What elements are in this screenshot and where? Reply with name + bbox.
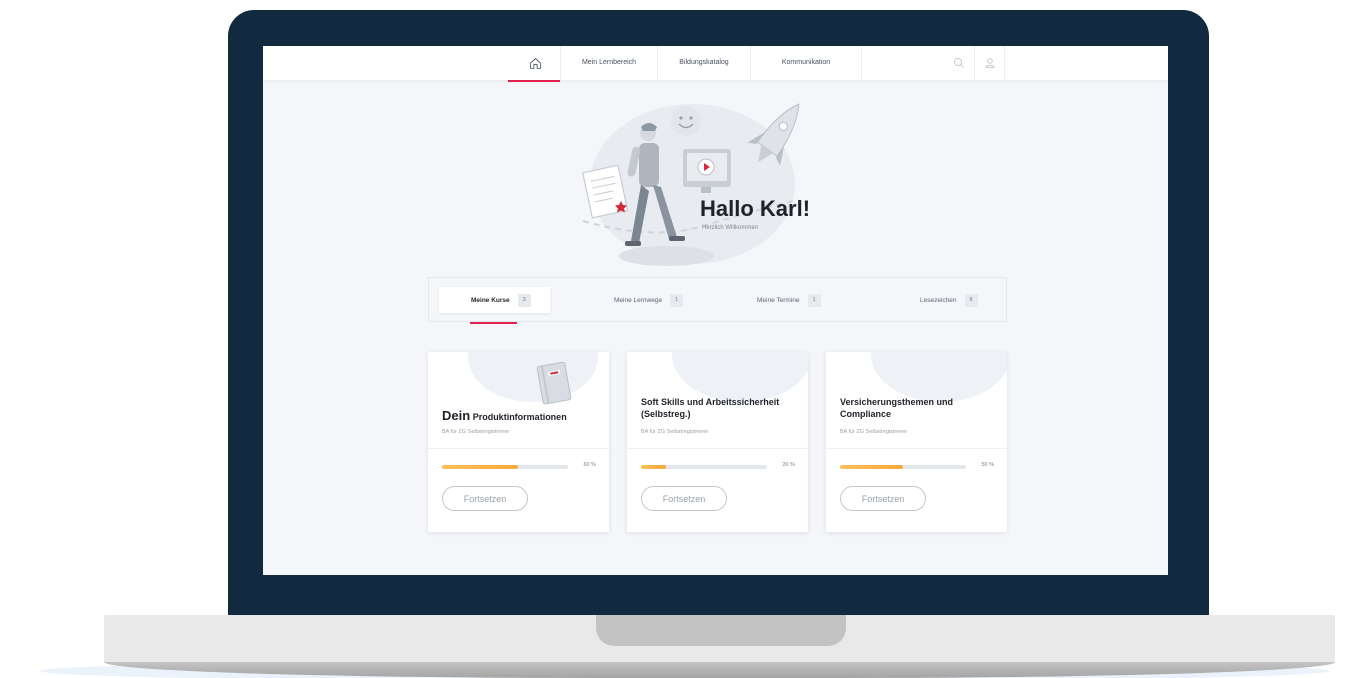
nav-item-mein-lernbereich[interactable]: Mein Lernbereich [561, 46, 657, 80]
course-title-lead: Dein [442, 408, 471, 423]
user-button[interactable] [981, 54, 999, 72]
tab-label: Meine Kurse [471, 296, 510, 304]
progress-fill [442, 465, 518, 469]
continue-button[interactable]: Fortsetzen [641, 486, 727, 511]
course-title: Soft Skills und Arbeitssicherheit (Selbs… [641, 396, 801, 420]
course-title: Versicherungsthemen und Compliance [840, 396, 1000, 420]
book-icon [536, 361, 572, 405]
greeting-title: Hallo Karl! [700, 196, 811, 221]
tab-meine-termine[interactable]: Meine Termine 1 [757, 287, 821, 313]
course-title-rest: Soft Skills und Arbeitssicherheit (Selbs… [641, 397, 780, 419]
tab-count-badge: 1 [807, 293, 821, 307]
dashboard-tabs: Meine Kurse 3 Meine Lernwege 1 Meine Ter… [428, 277, 1007, 322]
nav-home[interactable] [511, 46, 559, 80]
course-title-rest: Produktinformationen [472, 412, 567, 422]
card-decoration [871, 352, 1007, 402]
course-card[interactable]: Versicherungsthemen und Compliance BA fü… [826, 352, 1007, 532]
tab-meine-kurse[interactable]: Meine Kurse 3 [471, 287, 531, 313]
tab-count-badge: 8 [964, 293, 978, 307]
greeting-subtitle: Herzlich Willkommen [702, 225, 759, 231]
nav-divider [861, 46, 862, 80]
card-decoration [672, 352, 808, 402]
search-icon [954, 58, 964, 68]
continue-button[interactable]: Fortsetzen [442, 486, 528, 511]
tab-lesezeichen[interactable]: Lesezeichen 8 [920, 287, 978, 313]
tab-label: Lesezeichen [920, 296, 957, 304]
nav-item-bildungskatalog[interactable]: Bildungskatalog [658, 46, 750, 80]
continue-button[interactable]: Fortsetzen [840, 486, 926, 511]
nav-active-indicator [508, 80, 560, 82]
course-card[interactable]: Soft Skills und Arbeitssicherheit (Selbs… [627, 352, 808, 532]
progress-bar [442, 465, 568, 469]
course-subtitle: BA für ZG Selbstregistrierer [641, 429, 709, 435]
nav-item-kommunikation[interactable]: Kommunikation [751, 46, 861, 80]
top-navigation: Mein Lernbereich Bildungskatalog Kommuni… [263, 46, 1168, 80]
user-icon [985, 58, 995, 68]
nav-divider [974, 46, 975, 80]
course-title: Dein Produktinformationen [442, 408, 602, 423]
progress-bar [840, 465, 966, 469]
progress-label: 60 % [583, 462, 596, 468]
card-divider [428, 448, 609, 449]
progress-label: 20 % [782, 462, 795, 468]
course-title-rest: Versicherungsthemen und Compliance [840, 397, 954, 419]
course-card[interactable]: Dein Produktinformationen BA für ZG Selb… [428, 352, 609, 532]
card-divider [826, 448, 1007, 449]
tab-meine-lernwege[interactable]: Meine Lernwege 1 [614, 287, 684, 313]
home-icon [529, 57, 541, 69]
tab-count-badge: 3 [517, 293, 531, 307]
card-divider [627, 448, 808, 449]
laptop-notch [596, 615, 846, 646]
app-screen: Mein Lernbereich Bildungskatalog Kommuni… [263, 46, 1168, 575]
progress-fill [840, 465, 903, 469]
progress-label: 50 % [981, 462, 994, 468]
nav-divider [1004, 46, 1005, 80]
tab-count-badge: 1 [670, 293, 684, 307]
search-button[interactable] [950, 54, 968, 72]
course-subtitle: BA für ZG Selbstregistrierer [442, 429, 510, 435]
tab-label: Meine Termine [757, 296, 800, 304]
progress-bar [641, 465, 767, 469]
tab-active-indicator [470, 322, 517, 324]
course-subtitle: BA für ZG Selbstregistrierer [840, 429, 908, 435]
tab-label: Meine Lernwege [614, 296, 663, 304]
progress-fill [641, 465, 667, 469]
hero-scene [582, 103, 800, 246]
